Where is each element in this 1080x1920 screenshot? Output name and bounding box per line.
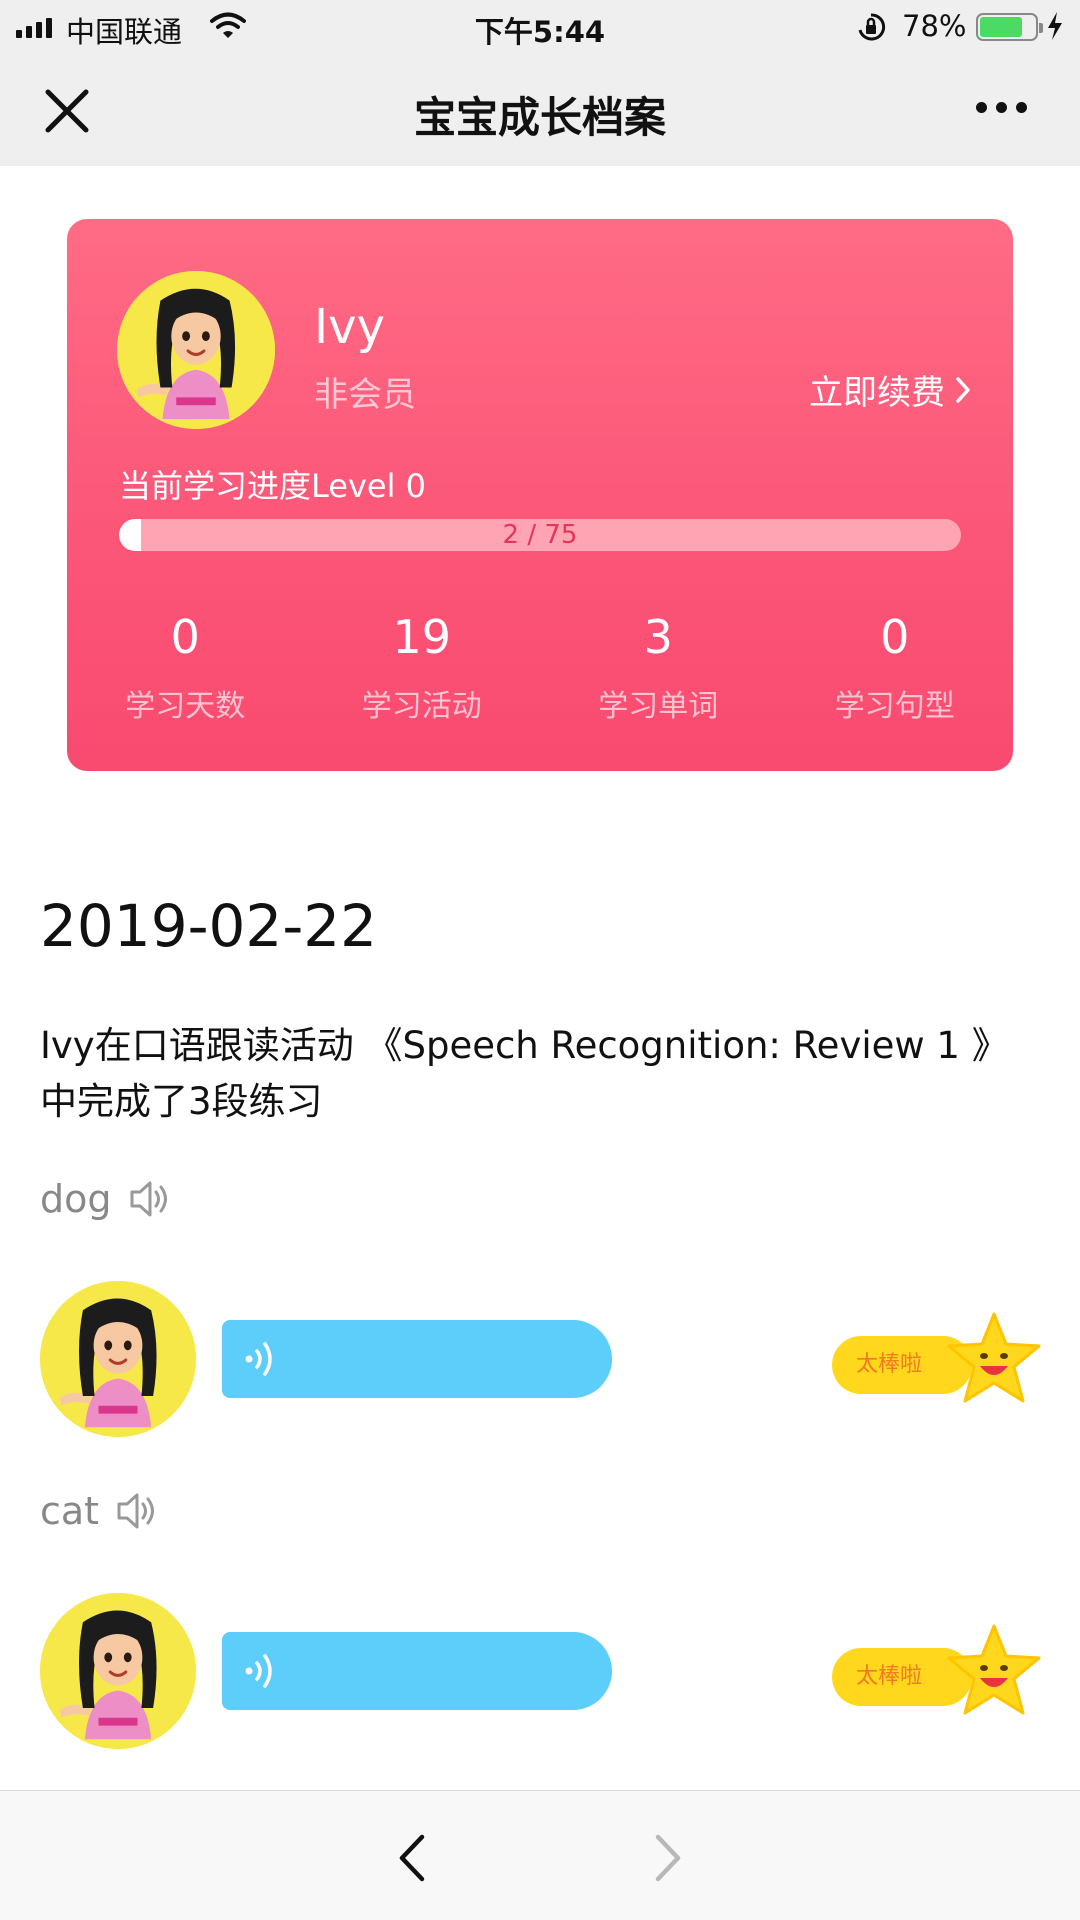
stat-words: 3 学习单词 (540, 609, 777, 725)
stat-sentences: 0 学习句型 (777, 609, 1014, 725)
more-icon[interactable] (976, 102, 1027, 113)
charging-icon (1048, 12, 1062, 40)
stat-value: 0 (880, 610, 910, 664)
membership-status: 非会员 (314, 375, 416, 415)
renew-label: 立即续费 (809, 373, 945, 413)
stat-label: 学习单词 (598, 689, 719, 724)
bottom-nav-bar (0, 1790, 1080, 1920)
battery-level (980, 17, 1023, 37)
page-title: 宝宝成长档案 (413, 93, 666, 142)
voice-wave-icon (245, 1654, 272, 1688)
voice-message-button[interactable] (222, 1632, 612, 1710)
profile-card: Ivy 非会员 立即续费 当前学习进度Level 0 2 / 75 0 学习天数… (67, 219, 1013, 771)
progress-label: 当前学习进度Level 0 (119, 467, 427, 505)
progress-text: 2 / 75 (502, 520, 578, 550)
voice-wave-icon (245, 1342, 272, 1376)
word-label: cat (40, 1489, 100, 1533)
word-label: dog (40, 1177, 112, 1221)
battery-icon (976, 13, 1043, 41)
stat-label: 学习天数 (125, 689, 246, 724)
orientation-lock-icon (858, 13, 886, 41)
back-arrow-icon[interactable] (394, 1833, 428, 1883)
avatar (117, 271, 275, 429)
smiling-star-icon (947, 1624, 1041, 1715)
activity-text: Ivy在口语跟读活动 《Speech Recognition: Review 1… (40, 1024, 1009, 1123)
speaker-icon[interactable] (128, 1176, 174, 1222)
stats-row: 0 学习天数 19 学习活动 3 学习单词 0 学习句型 (67, 609, 1013, 725)
word-row: dog (40, 1176, 174, 1222)
smiling-star-icon (947, 1312, 1041, 1403)
nav-bar: 宝宝成长档案 (0, 54, 1080, 166)
stat-value: 19 (392, 610, 452, 664)
renew-button[interactable]: 立即续费 (809, 365, 971, 414)
avatar (40, 1281, 196, 1437)
stat-value: 3 (643, 610, 673, 664)
user-name: Ivy (314, 299, 385, 355)
stat-label: 学习活动 (361, 689, 482, 724)
progress-bar: 2 / 75 (119, 519, 961, 551)
chevron-right-icon (956, 376, 970, 403)
stat-activities: 19 学习活动 (304, 609, 541, 725)
voice-message-button[interactable] (222, 1320, 612, 1398)
stat-days: 0 学习天数 (67, 609, 304, 725)
forward-arrow-icon[interactable] (652, 1833, 686, 1883)
battery-percent: 78% (902, 9, 967, 43)
word-row: cat (40, 1488, 161, 1534)
avatar (40, 1593, 196, 1749)
stat-value: 0 (170, 610, 200, 664)
speaker-icon[interactable] (115, 1488, 161, 1534)
stat-label: 学习句型 (834, 689, 955, 724)
status-bar: 中国联通 下午5:44 78% (0, 0, 1080, 54)
feed-date: 2019-02-22 (40, 892, 378, 960)
